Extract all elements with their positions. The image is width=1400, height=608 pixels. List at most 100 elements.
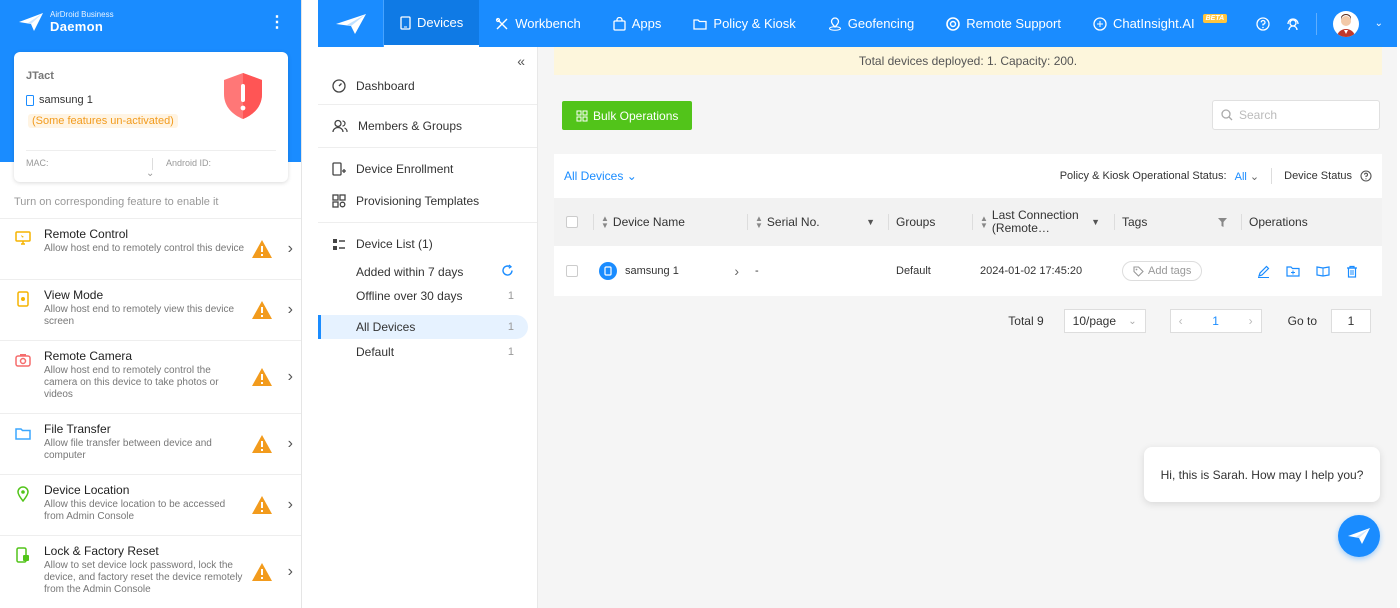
- chevron-down-icon: ⌄: [626, 169, 637, 183]
- sidebar-sub-count: 1: [507, 321, 514, 333]
- paper-plane-icon: [1348, 528, 1370, 544]
- column-serial[interactable]: ▲ ▼ Serial No. ▼: [747, 198, 875, 246]
- camera-icon: [14, 351, 32, 369]
- goto-page-input[interactable]: 1: [1331, 309, 1371, 333]
- column-label: Serial No.: [766, 214, 820, 229]
- phone-screen-icon: [14, 290, 32, 308]
- feature-lock-factory-reset[interactable]: Lock & Factory Reset Allow to set device…: [0, 535, 301, 608]
- add-tags-label: Add tags: [1148, 265, 1192, 277]
- nav-devices[interactable]: Devices: [384, 0, 480, 47]
- nav-label: Geofencing: [847, 16, 915, 31]
- feature-remote-control[interactable]: Remote Control Allow host end to remotel…: [0, 218, 301, 279]
- tools-icon: [496, 17, 508, 29]
- folder-open-icon[interactable]: [1286, 265, 1300, 277]
- page-navigator: ‹ 1 ›: [1169, 309, 1262, 333]
- column-last-connection[interactable]: ▲ ▼ Last Connection (Remote… ▼: [972, 198, 1100, 246]
- sidebar-item-label: Device Enrollment: [356, 162, 454, 176]
- avatar[interactable]: [1332, 10, 1359, 37]
- nav-label: Apps: [631, 16, 662, 31]
- chevron-right-icon[interactable]: ›: [734, 263, 739, 279]
- devices-table-card: All Devices ⌄ Policy & Kiosk Operational…: [554, 154, 1382, 296]
- device-card: JTact samsung 1 (Some features un-activa…: [14, 52, 288, 182]
- next-page-icon[interactable]: ›: [1249, 314, 1253, 328]
- row-checkbox[interactable]: [566, 246, 578, 296]
- chevron-right-icon[interactable]: ›: [288, 240, 293, 258]
- nav-apps[interactable]: Apps: [597, 0, 678, 47]
- feature-view-mode[interactable]: View Mode Allow host end to remotely vie…: [0, 279, 301, 340]
- current-page[interactable]: 1: [1212, 314, 1219, 328]
- policy-status-select[interactable]: All ⌄: [1235, 170, 1260, 183]
- sidebar-item-label: Provisioning Templates: [356, 194, 480, 208]
- chat-launcher-button[interactable]: [1338, 515, 1380, 557]
- sidebar-item-members-groups[interactable]: Members & Groups: [318, 115, 537, 137]
- nav-geofencing[interactable]: Geofencing: [812, 0, 931, 47]
- filter-icon[interactable]: [1217, 217, 1228, 228]
- feature-title: Remote Camera: [44, 349, 133, 363]
- mac-label: MAC:: [26, 158, 49, 168]
- bulk-operations-button[interactable]: Bulk Operations: [562, 101, 693, 130]
- cell-operations: [1257, 246, 1358, 296]
- prev-page-icon[interactable]: ‹: [1179, 314, 1183, 328]
- feature-file-transfer[interactable]: File Transfer Allow file transfer betwee…: [0, 413, 301, 474]
- sidebar-item-device-enrollment[interactable]: Device Enrollment: [318, 158, 537, 180]
- chevron-down-icon[interactable]: ⌄: [1375, 18, 1383, 29]
- chevron-right-icon[interactable]: ›: [288, 435, 293, 453]
- chevron-right-icon[interactable]: ›: [288, 563, 293, 581]
- nav-remote-support[interactable]: Remote Support: [930, 0, 1077, 47]
- search-input[interactable]: [1239, 108, 1369, 122]
- table-row[interactable]: samsung 1 › - Default 2024-01-02 17:45:2…: [554, 246, 1382, 296]
- nav-label: Workbench: [515, 16, 581, 31]
- book-icon[interactable]: [1316, 265, 1330, 277]
- edit-icon[interactable]: [1257, 265, 1270, 278]
- help-icon[interactable]: [1360, 170, 1372, 182]
- cell-serial: -: [755, 265, 759, 277]
- ai-chat-icon: [1093, 16, 1107, 31]
- nav-policy-kiosk[interactable]: Policy & Kiosk: [677, 0, 811, 47]
- airdroid-logo-icon[interactable]: [318, 0, 384, 47]
- feature-device-location[interactable]: Device Location Allow this device locati…: [0, 474, 301, 535]
- sidebar-item-dashboard[interactable]: Dashboard: [318, 75, 537, 97]
- support-agent-icon[interactable]: [1286, 17, 1300, 31]
- help-icon[interactable]: [1255, 16, 1270, 31]
- sidebar-sub-default[interactable]: Default 1: [318, 340, 528, 364]
- cell-device-name[interactable]: samsung 1 ›: [599, 246, 739, 296]
- device-status-label: Device Status: [1284, 170, 1352, 182]
- sidebar-sub-count: 1: [507, 290, 514, 302]
- chevron-down-icon: ⌄: [1128, 315, 1137, 327]
- collapse-sidebar-icon[interactable]: «: [517, 53, 525, 69]
- filter-dropdown-icon[interactable]: ▼: [1091, 216, 1100, 229]
- sidebar-item-device-list[interactable]: Device List (1): [318, 233, 537, 255]
- feature-remote-camera[interactable]: Remote Camera Allow host end to remotely…: [0, 340, 301, 413]
- sidebar-sub-added-7-days[interactable]: Added within 7 days: [318, 260, 528, 284]
- search-box: [1212, 100, 1380, 130]
- page-size-select[interactable]: 10/page ⌄: [1063, 309, 1146, 333]
- nav-right-tools: ⌄: [1255, 10, 1397, 37]
- sidebar-sub-offline-30-days[interactable]: Offline over 30 days 1: [318, 284, 528, 308]
- feature-desc: Allow host end to remotely control this …: [44, 243, 245, 254]
- sidebar-item-provisioning-templates[interactable]: Provisioning Templates: [318, 190, 537, 212]
- nav-workbench[interactable]: Workbench: [479, 0, 597, 47]
- chat-message-bubble: Hi, this is Sarah. How may I help you?: [1144, 447, 1380, 502]
- feature-desc: Allow host end to remotely control the c…: [44, 365, 219, 400]
- all-devices-filter[interactable]: All Devices ⌄: [564, 169, 637, 183]
- nav-chatinsight[interactable]: ChatInsight.AI BETA: [1077, 0, 1243, 47]
- lifebuoy-icon: [946, 16, 961, 31]
- filter-dropdown-icon[interactable]: ▼: [866, 216, 875, 229]
- chevron-down-icon: ⌄: [1249, 170, 1260, 183]
- refresh-icon[interactable]: [501, 264, 514, 280]
- chevron-right-icon[interactable]: ›: [288, 496, 293, 514]
- chevron-right-icon[interactable]: ›: [288, 368, 293, 386]
- select-all-checkbox[interactable]: [566, 198, 578, 246]
- feature-title: File Transfer: [44, 422, 111, 436]
- more-menu-icon[interactable]: ⋮: [269, 12, 285, 32]
- cell-last-connection: 2024-01-02 17:45:20: [980, 265, 1083, 277]
- template-icon: [332, 194, 346, 208]
- sidebar-sub-all-devices[interactable]: All Devices 1: [318, 315, 528, 339]
- feature-title: Device Location: [44, 483, 130, 497]
- trash-icon[interactable]: [1346, 265, 1358, 278]
- chevron-down-icon[interactable]: ⌄: [146, 168, 154, 179]
- column-device-name[interactable]: ▲ ▼ Device Name: [593, 198, 741, 246]
- chevron-right-icon[interactable]: ›: [288, 301, 293, 319]
- add-tags-button[interactable]: Add tags: [1122, 261, 1203, 281]
- sort-icon: ▲ ▼: [601, 214, 609, 230]
